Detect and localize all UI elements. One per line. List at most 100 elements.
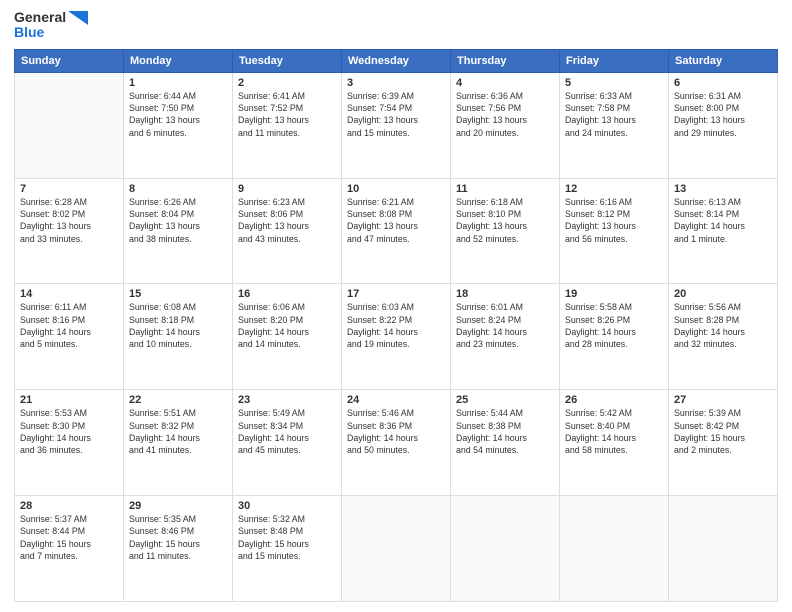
- day-info: Sunrise: 6:16 AMSunset: 8:12 PMDaylight:…: [565, 196, 663, 245]
- day-info: Sunrise: 6:26 AMSunset: 8:04 PMDaylight:…: [129, 196, 227, 245]
- calendar-cell: 1Sunrise: 6:44 AMSunset: 7:50 PMDaylight…: [124, 72, 233, 178]
- day-number: 29: [129, 500, 227, 512]
- day-number: 15: [129, 288, 227, 300]
- calendar-cell: 11Sunrise: 6:18 AMSunset: 8:10 PMDayligh…: [451, 178, 560, 284]
- day-number: 1: [129, 77, 227, 89]
- day-info: Sunrise: 6:41 AMSunset: 7:52 PMDaylight:…: [238, 90, 336, 139]
- calendar-cell: 19Sunrise: 5:58 AMSunset: 8:26 PMDayligh…: [560, 284, 669, 390]
- calendar-cell: 25Sunrise: 5:44 AMSunset: 8:38 PMDayligh…: [451, 390, 560, 496]
- calendar-cell: 28Sunrise: 5:37 AMSunset: 8:44 PMDayligh…: [15, 496, 124, 602]
- day-info: Sunrise: 6:31 AMSunset: 8:00 PMDaylight:…: [674, 90, 772, 139]
- day-info: Sunrise: 6:18 AMSunset: 8:10 PMDaylight:…: [456, 196, 554, 245]
- day-number: 4: [456, 77, 554, 89]
- day-info: Sunrise: 6:06 AMSunset: 8:20 PMDaylight:…: [238, 301, 336, 350]
- day-info: Sunrise: 5:58 AMSunset: 8:26 PMDaylight:…: [565, 301, 663, 350]
- calendar-page: General Blue SundayMondayTuesdayWednesda…: [0, 0, 792, 612]
- day-number: 24: [347, 394, 445, 406]
- day-number: 3: [347, 77, 445, 89]
- header-thursday: Thursday: [451, 49, 560, 72]
- day-number: 20: [674, 288, 772, 300]
- day-number: 23: [238, 394, 336, 406]
- header-wednesday: Wednesday: [342, 49, 451, 72]
- logo: General Blue: [14, 10, 88, 41]
- day-info: Sunrise: 5:51 AMSunset: 8:32 PMDaylight:…: [129, 407, 227, 456]
- day-number: 28: [20, 500, 118, 512]
- calendar-cell: 7Sunrise: 6:28 AMSunset: 8:02 PMDaylight…: [15, 178, 124, 284]
- day-number: 5: [565, 77, 663, 89]
- logo-blue: Blue: [14, 25, 88, 40]
- header-saturday: Saturday: [669, 49, 778, 72]
- day-info: Sunrise: 6:36 AMSunset: 7:56 PMDaylight:…: [456, 90, 554, 139]
- header-monday: Monday: [124, 49, 233, 72]
- calendar-cell: 9Sunrise: 6:23 AMSunset: 8:06 PMDaylight…: [233, 178, 342, 284]
- day-info: Sunrise: 6:03 AMSunset: 8:22 PMDaylight:…: [347, 301, 445, 350]
- day-info: Sunrise: 5:35 AMSunset: 8:46 PMDaylight:…: [129, 513, 227, 562]
- week-row-4: 21Sunrise: 5:53 AMSunset: 8:30 PMDayligh…: [15, 390, 778, 496]
- day-info: Sunrise: 6:21 AMSunset: 8:08 PMDaylight:…: [347, 196, 445, 245]
- calendar-cell: 4Sunrise: 6:36 AMSunset: 7:56 PMDaylight…: [451, 72, 560, 178]
- calendar-cell: 26Sunrise: 5:42 AMSunset: 8:40 PMDayligh…: [560, 390, 669, 496]
- day-info: Sunrise: 6:28 AMSunset: 8:02 PMDaylight:…: [20, 196, 118, 245]
- calendar-cell: 29Sunrise: 5:35 AMSunset: 8:46 PMDayligh…: [124, 496, 233, 602]
- day-info: Sunrise: 6:08 AMSunset: 8:18 PMDaylight:…: [129, 301, 227, 350]
- day-number: 26: [565, 394, 663, 406]
- day-number: 18: [456, 288, 554, 300]
- calendar-cell: 2Sunrise: 6:41 AMSunset: 7:52 PMDaylight…: [233, 72, 342, 178]
- calendar-cell: 14Sunrise: 6:11 AMSunset: 8:16 PMDayligh…: [15, 284, 124, 390]
- day-number: 7: [20, 183, 118, 195]
- day-info: Sunrise: 5:46 AMSunset: 8:36 PMDaylight:…: [347, 407, 445, 456]
- calendar-cell: 5Sunrise: 6:33 AMSunset: 7:58 PMDaylight…: [560, 72, 669, 178]
- day-number: 25: [456, 394, 554, 406]
- header: General Blue: [14, 10, 778, 41]
- calendar-cell: 6Sunrise: 6:31 AMSunset: 8:00 PMDaylight…: [669, 72, 778, 178]
- day-info: Sunrise: 5:53 AMSunset: 8:30 PMDaylight:…: [20, 407, 118, 456]
- calendar-cell: 23Sunrise: 5:49 AMSunset: 8:34 PMDayligh…: [233, 390, 342, 496]
- calendar-table: SundayMondayTuesdayWednesdayThursdayFrid…: [14, 49, 778, 602]
- calendar-cell: 12Sunrise: 6:16 AMSunset: 8:12 PMDayligh…: [560, 178, 669, 284]
- day-info: Sunrise: 5:49 AMSunset: 8:34 PMDaylight:…: [238, 407, 336, 456]
- calendar-cell: 27Sunrise: 5:39 AMSunset: 8:42 PMDayligh…: [669, 390, 778, 496]
- day-number: 14: [20, 288, 118, 300]
- day-info: Sunrise: 6:13 AMSunset: 8:14 PMDaylight:…: [674, 196, 772, 245]
- day-number: 21: [20, 394, 118, 406]
- calendar-cell: [451, 496, 560, 602]
- calendar-cell: 30Sunrise: 5:32 AMSunset: 8:48 PMDayligh…: [233, 496, 342, 602]
- calendar-cell: 20Sunrise: 5:56 AMSunset: 8:28 PMDayligh…: [669, 284, 778, 390]
- day-number: 30: [238, 500, 336, 512]
- day-number: 11: [456, 183, 554, 195]
- calendar-cell: 22Sunrise: 5:51 AMSunset: 8:32 PMDayligh…: [124, 390, 233, 496]
- day-info: Sunrise: 6:01 AMSunset: 8:24 PMDaylight:…: [456, 301, 554, 350]
- day-info: Sunrise: 5:37 AMSunset: 8:44 PMDaylight:…: [20, 513, 118, 562]
- logo-arrow-icon: [68, 11, 88, 25]
- day-number: 8: [129, 183, 227, 195]
- day-info: Sunrise: 6:44 AMSunset: 7:50 PMDaylight:…: [129, 90, 227, 139]
- day-info: Sunrise: 5:32 AMSunset: 8:48 PMDaylight:…: [238, 513, 336, 562]
- calendar-cell: 8Sunrise: 6:26 AMSunset: 8:04 PMDaylight…: [124, 178, 233, 284]
- days-header-row: SundayMondayTuesdayWednesdayThursdayFrid…: [15, 49, 778, 72]
- week-row-2: 7Sunrise: 6:28 AMSunset: 8:02 PMDaylight…: [15, 178, 778, 284]
- calendar-cell: 15Sunrise: 6:08 AMSunset: 8:18 PMDayligh…: [124, 284, 233, 390]
- calendar-cell: 21Sunrise: 5:53 AMSunset: 8:30 PMDayligh…: [15, 390, 124, 496]
- week-row-1: 1Sunrise: 6:44 AMSunset: 7:50 PMDaylight…: [15, 72, 778, 178]
- day-info: Sunrise: 6:33 AMSunset: 7:58 PMDaylight:…: [565, 90, 663, 139]
- calendar-cell: [342, 496, 451, 602]
- day-number: 16: [238, 288, 336, 300]
- day-info: Sunrise: 6:23 AMSunset: 8:06 PMDaylight:…: [238, 196, 336, 245]
- day-info: Sunrise: 5:39 AMSunset: 8:42 PMDaylight:…: [674, 407, 772, 456]
- day-number: 19: [565, 288, 663, 300]
- header-friday: Friday: [560, 49, 669, 72]
- day-number: 22: [129, 394, 227, 406]
- logo-general: General: [14, 10, 66, 25]
- header-sunday: Sunday: [15, 49, 124, 72]
- day-info: Sunrise: 5:56 AMSunset: 8:28 PMDaylight:…: [674, 301, 772, 350]
- header-tuesday: Tuesday: [233, 49, 342, 72]
- calendar-cell: 10Sunrise: 6:21 AMSunset: 8:08 PMDayligh…: [342, 178, 451, 284]
- week-row-5: 28Sunrise: 5:37 AMSunset: 8:44 PMDayligh…: [15, 496, 778, 602]
- calendar-cell: [15, 72, 124, 178]
- calendar-cell: 16Sunrise: 6:06 AMSunset: 8:20 PMDayligh…: [233, 284, 342, 390]
- day-info: Sunrise: 5:42 AMSunset: 8:40 PMDaylight:…: [565, 407, 663, 456]
- day-number: 27: [674, 394, 772, 406]
- logo-graphic: General Blue: [14, 10, 88, 41]
- day-number: 17: [347, 288, 445, 300]
- calendar-cell: 24Sunrise: 5:46 AMSunset: 8:36 PMDayligh…: [342, 390, 451, 496]
